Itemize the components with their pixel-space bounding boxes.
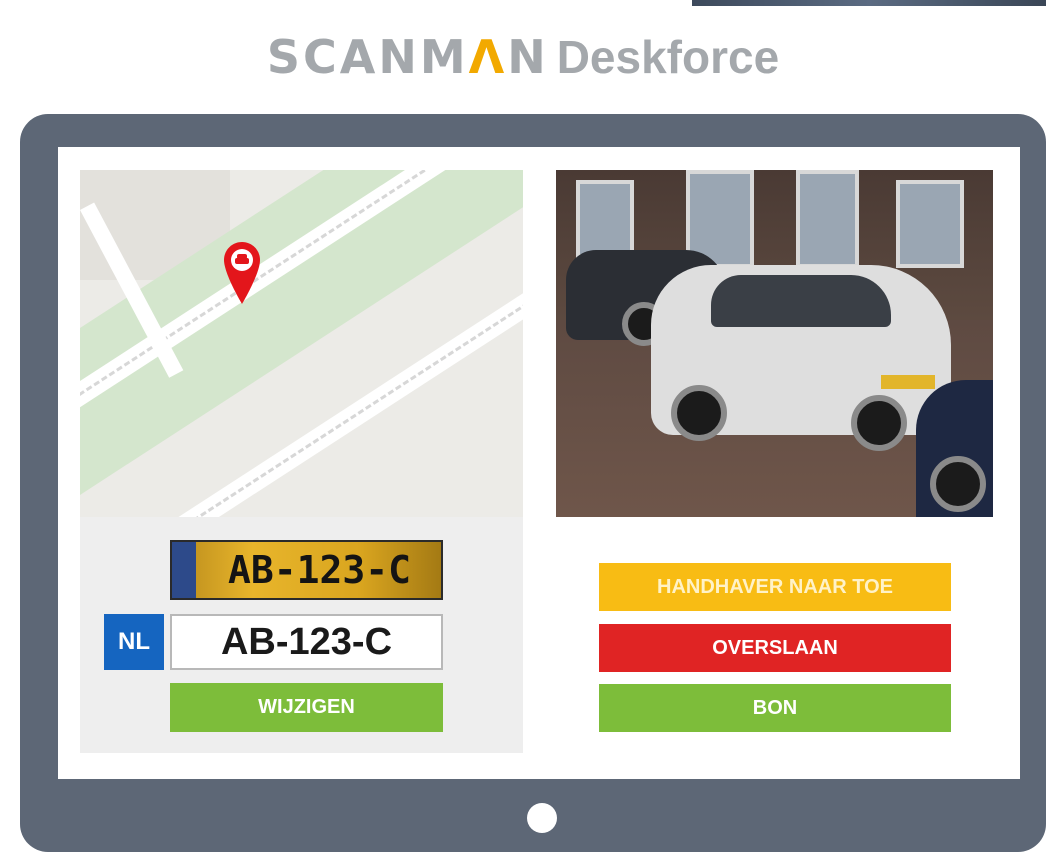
vehicle-photo [556,170,993,517]
eu-band-icon [172,542,196,598]
license-plate-panel: AB-123-C NL AB-123-C WIJZIGEN [80,517,523,753]
send-enforcer-button[interactable]: HANDHAVER NAAR TOE [599,563,951,611]
brand-wordmark-accent: Λ [468,30,508,84]
monitor-frame: AB-123-C NL AB-123-C WIJZIGEN HANDHAVER … [20,114,1046,852]
country-code-badge[interactable]: NL [104,614,164,670]
brand-wordmark-part1: SCANM [266,30,469,84]
home-button[interactable] [527,803,557,833]
edit-plate-button[interactable]: WIJZIGEN [170,683,443,732]
recognized-plate-image: AB-123-C [170,540,443,600]
app-screen: AB-123-C NL AB-123-C WIJZIGEN HANDHAVER … [58,147,1020,779]
brand-logo: SCANMΛN Deskforce [0,30,1046,84]
car-location-pin-icon[interactable] [224,242,260,304]
white-car [651,265,951,451]
brand-wordmark-part2: N [507,30,549,84]
plate-number-field[interactable]: AB-123-C [170,614,443,670]
location-map[interactable] [80,170,523,517]
car-plate [881,375,935,389]
blue-car [916,380,993,517]
brand-product-name: Deskforce [556,31,780,83]
issue-ticket-button[interactable]: BON [599,684,951,732]
brand-wordmark: SCANMΛN [267,30,549,84]
skip-button[interactable]: OVERSLAAN [599,624,951,672]
corner-photo-fragment [692,0,1046,6]
recognized-plate-text: AB-123-C [227,548,412,592]
